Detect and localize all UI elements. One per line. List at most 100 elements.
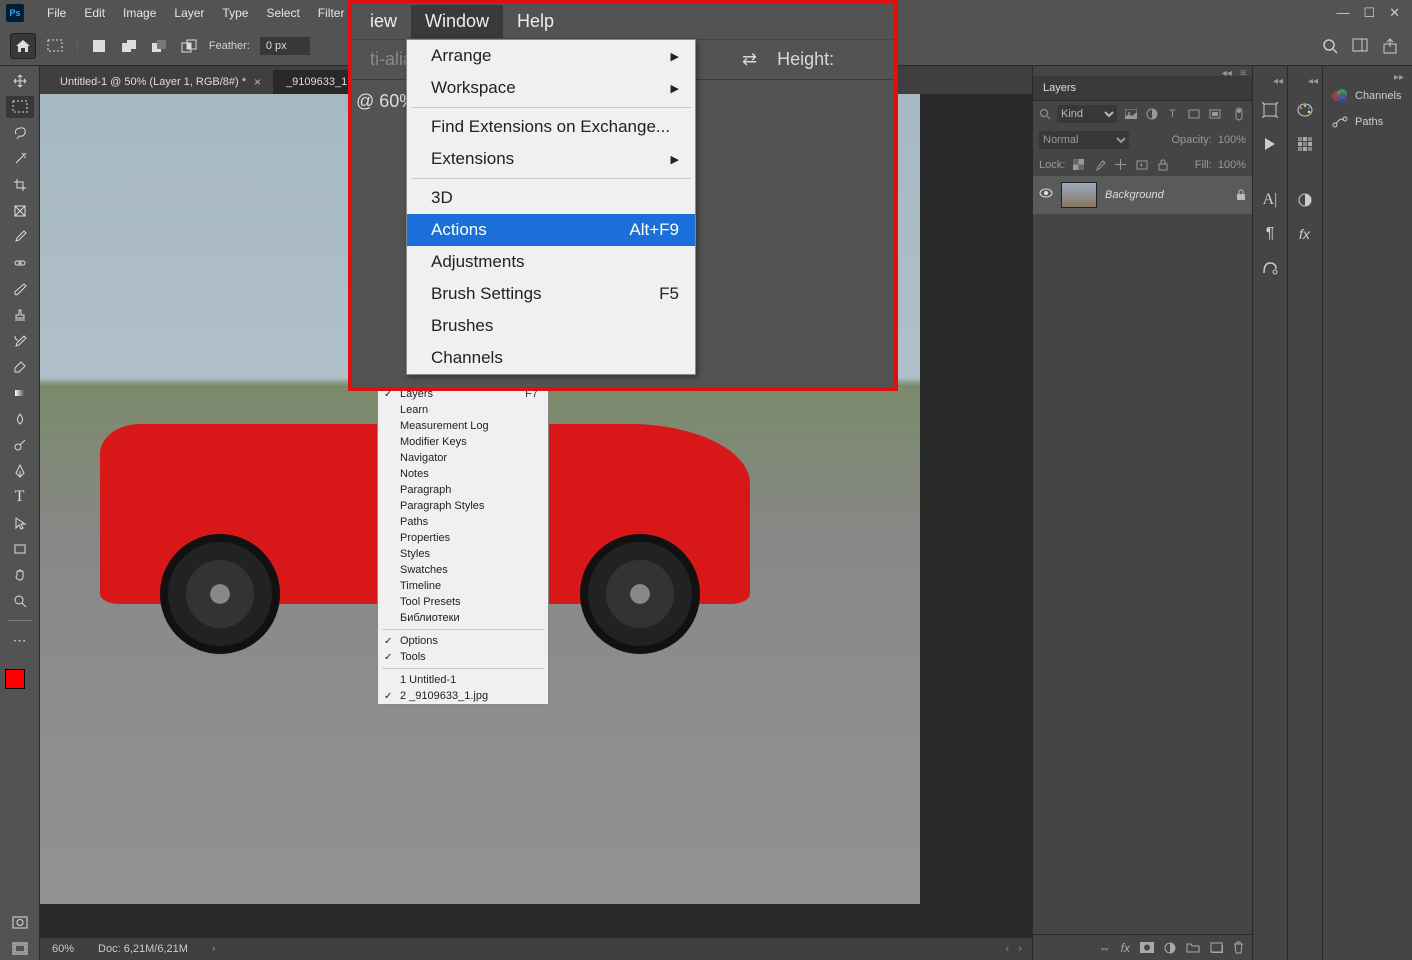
new-selection-icon[interactable] — [89, 37, 109, 55]
zoom-tool[interactable] — [6, 590, 34, 612]
ds-timeline[interactable]: Timeline — [378, 578, 548, 594]
dd-find-extensions[interactable]: Find Extensions on Exchange... — [407, 111, 695, 143]
marquee-tool-icon[interactable] — [46, 37, 66, 55]
fx-icon[interactable]: fx — [1121, 941, 1130, 955]
layers-tab[interactable]: Layers — [1033, 76, 1252, 101]
swatches-icon[interactable] — [1294, 133, 1316, 155]
dd-adjustments[interactable]: Adjustments — [407, 246, 695, 278]
styles-icon[interactable]: fx — [1294, 223, 1316, 245]
para-panel-icon[interactable]: ¶ — [1259, 223, 1281, 245]
filter-toggle-icon[interactable] — [1231, 107, 1246, 122]
big-menu-help[interactable]: Help — [503, 5, 568, 38]
history-brush-tool[interactable] — [6, 330, 34, 352]
quickmask-tool[interactable] — [6, 912, 34, 934]
lock-pos-icon[interactable] — [1113, 157, 1128, 172]
lock-paint-icon[interactable] — [1092, 157, 1107, 172]
maximize-icon[interactable]: ☐ — [1363, 5, 1375, 21]
frame-tool[interactable] — [6, 200, 34, 222]
ds-libraries[interactable]: Библиотеки — [378, 610, 548, 626]
menu-image[interactable]: Image — [114, 0, 165, 26]
filter-image-icon[interactable] — [1123, 107, 1138, 122]
big-menu-window[interactable]: Window — [411, 5, 503, 38]
menu-filter[interactable]: Filter — [309, 0, 354, 26]
trash-icon[interactable] — [1233, 941, 1244, 954]
ds-navigator[interactable]: Navigator — [378, 450, 548, 466]
fill-value[interactable]: 100% — [1218, 159, 1246, 171]
feather-input[interactable] — [260, 37, 310, 55]
ds-modifier[interactable]: Modifier Keys — [378, 434, 548, 450]
ds-options[interactable]: ✓Options — [378, 633, 548, 649]
lock-trans-icon[interactable] — [1071, 157, 1086, 172]
search-icon[interactable] — [1322, 38, 1338, 54]
char-panel-icon[interactable]: A| — [1259, 189, 1281, 211]
dd-channels[interactable]: Channels — [407, 342, 695, 374]
channels-item[interactable]: Channels — [1327, 83, 1408, 109]
color-icon[interactable] — [1294, 99, 1316, 121]
eraser-tool[interactable] — [6, 356, 34, 378]
paths-item[interactable]: Paths — [1327, 109, 1408, 135]
ds-learn[interactable]: Learn — [378, 402, 548, 418]
healing-tool[interactable] — [6, 252, 34, 274]
ds-swatches[interactable]: Swatches — [378, 562, 548, 578]
dd-arrange[interactable]: Arrange▶ — [407, 40, 695, 72]
dd-3d[interactable]: 3D — [407, 182, 695, 214]
history-icon[interactable] — [1259, 99, 1281, 121]
ds-paths[interactable]: Paths — [378, 514, 548, 530]
filter-type-icon[interactable]: T — [1165, 107, 1180, 122]
lock-all-icon[interactable] — [1155, 157, 1170, 172]
shape-tool[interactable] — [6, 538, 34, 560]
intersect-selection-icon[interactable] — [179, 37, 199, 55]
dd-workspace[interactable]: Workspace▶ — [407, 72, 695, 104]
menu-file[interactable]: File — [38, 0, 75, 26]
zoom-value[interactable]: 60% — [52, 943, 74, 955]
ds-measurement[interactable]: Measurement Log — [378, 418, 548, 434]
screenmode-tool[interactable] — [6, 938, 34, 960]
magic-wand-tool[interactable] — [6, 148, 34, 170]
new-layer-icon[interactable] — [1210, 942, 1223, 953]
lasso-tool[interactable] — [6, 122, 34, 144]
ds-paragraph[interactable]: Paragraph — [378, 482, 548, 498]
close-icon[interactable]: ✕ — [1389, 5, 1400, 21]
color-swatches[interactable] — [5, 663, 35, 693]
ds-doc-1[interactable]: 1 Untitled-1 — [378, 672, 548, 688]
layer-name[interactable]: Background — [1105, 189, 1228, 201]
filter-shape-icon[interactable] — [1186, 107, 1201, 122]
dd-brush-settings[interactable]: Brush SettingsF5 — [407, 278, 695, 310]
ds-tool-presets[interactable]: Tool Presets — [378, 594, 548, 610]
opacity-value[interactable]: 100% — [1218, 134, 1246, 146]
brush-tool[interactable] — [6, 278, 34, 300]
filter-smart-icon[interactable] — [1207, 107, 1222, 122]
menu-type[interactable]: Type — [213, 0, 257, 26]
eyedropper-tool[interactable] — [6, 226, 34, 248]
menu-select[interactable]: Select — [257, 0, 308, 26]
subtract-selection-icon[interactable] — [149, 37, 169, 55]
ds-doc-2[interactable]: ✓2 _9109633_1.jpg — [378, 688, 548, 704]
marquee-tool[interactable] — [6, 96, 34, 118]
dd-actions[interactable]: ActionsAlt+F9 — [407, 214, 695, 246]
menu-edit[interactable]: Edit — [75, 0, 114, 26]
minimize-icon[interactable]: — — [1336, 5, 1349, 21]
doc-size[interactable]: Doc: 6,21M/6,21M — [98, 943, 188, 955]
path-select-tool[interactable] — [6, 512, 34, 534]
adjust-icon[interactable] — [1164, 942, 1176, 954]
visibility-icon[interactable] — [1039, 188, 1053, 202]
ds-styles[interactable]: Styles — [378, 546, 548, 562]
filter-adjust-icon[interactable] — [1144, 107, 1159, 122]
layer-filter-kind[interactable]: Kind — [1057, 105, 1117, 123]
dodge-tool[interactable] — [6, 434, 34, 456]
lock-artboard-icon[interactable] — [1134, 157, 1149, 172]
layer-background[interactable]: Background — [1033, 176, 1252, 214]
dd-brushes[interactable]: Brushes — [407, 310, 695, 342]
stamp-tool[interactable] — [6, 304, 34, 326]
mask-icon[interactable] — [1140, 942, 1154, 953]
menu-layer[interactable]: Layer — [165, 0, 213, 26]
play-icon[interactable] — [1259, 133, 1281, 155]
ds-paragraph-styles[interactable]: Paragraph Styles — [378, 498, 548, 514]
group-icon[interactable] — [1186, 942, 1200, 953]
hand-tool[interactable] — [6, 564, 34, 586]
add-selection-icon[interactable] — [119, 37, 139, 55]
panel-icon[interactable] — [1352, 38, 1368, 54]
big-menu-view[interactable]: iew — [356, 5, 411, 38]
blur-tool[interactable] — [6, 408, 34, 430]
move-tool[interactable] — [6, 70, 34, 92]
